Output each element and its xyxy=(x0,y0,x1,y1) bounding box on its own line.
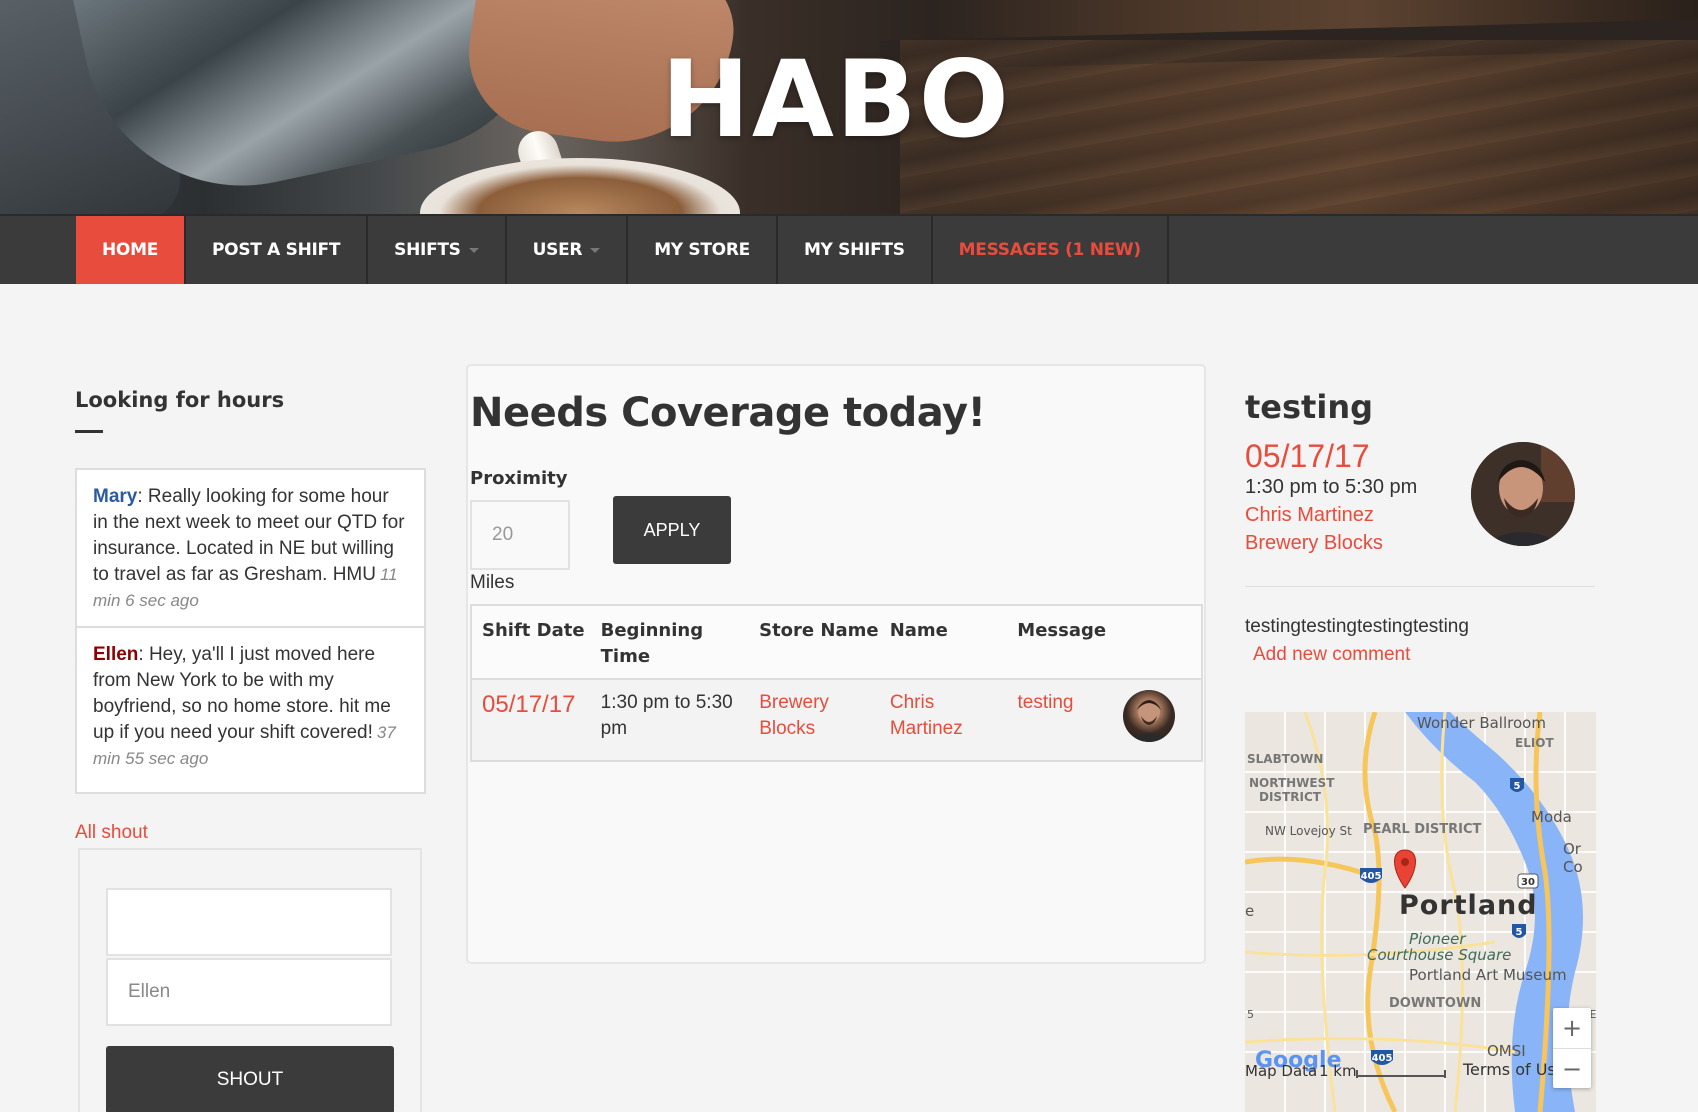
shout-user-link[interactable]: Ellen xyxy=(93,644,138,665)
nav-user-label: USER xyxy=(532,240,583,260)
nav-post-a-shift[interactable]: POST A SHIFT xyxy=(186,216,369,284)
shout-user-link[interactable]: Mary xyxy=(93,486,137,507)
map-label: DISTRICT xyxy=(1259,790,1321,804)
shout-item: Ellen: Hey, ya'll I just moved here from… xyxy=(77,628,424,784)
avatar-face-icon xyxy=(1471,442,1575,546)
column-header: Shift Date xyxy=(482,620,585,641)
site-title[interactable]: HABO xyxy=(0,38,1672,161)
shift-date-link[interactable]: 05/17/17 xyxy=(472,680,591,760)
shout-form: Ellen SHOUT xyxy=(78,848,422,1112)
shout-text: : Really looking for some hour in the ne… xyxy=(93,486,405,585)
nav-my-shifts[interactable]: MY SHIFTS xyxy=(778,216,933,284)
nav-home[interactable]: HOME xyxy=(76,216,187,284)
table-header: Shift Date Beginning Time Store Name Nam… xyxy=(472,606,1201,680)
shout-list: Mary: Really looking for some hour in th… xyxy=(75,468,426,794)
main-nav: HOME POST A SHIFT SHIFTS USER MY STORE M… xyxy=(0,214,1698,284)
shift-detail-date: 05/17/17 xyxy=(1245,438,1370,474)
map-label: OMSI xyxy=(1487,1042,1526,1060)
shout-name-input[interactable]: Ellen xyxy=(106,958,392,1026)
zoom-out-button[interactable]: − xyxy=(1553,1049,1591,1089)
nav-shifts-label: SHIFTS xyxy=(394,240,461,260)
map-label: Courthouse Square xyxy=(1367,946,1512,964)
map-label: Or xyxy=(1563,840,1581,858)
nav-shifts[interactable]: SHIFTS xyxy=(368,216,507,284)
coverage-title: Needs Coverage today! xyxy=(470,390,986,436)
svg-text:405: 405 xyxy=(1372,1053,1393,1064)
map-label: NW Lovejoy St xyxy=(1265,824,1352,838)
svg-text:5: 5 xyxy=(1514,781,1521,792)
divider xyxy=(1245,586,1595,587)
svg-text:30: 30 xyxy=(1521,877,1535,888)
map-label: Wonder Ballroom xyxy=(1417,714,1546,732)
nav-my-store[interactable]: MY STORE xyxy=(628,216,778,284)
coverage-panel: Needs Coverage today! Proximity 20 APPLY… xyxy=(466,364,1206,964)
shout-button[interactable]: SHOUT xyxy=(106,1046,394,1112)
table-row: 05/17/17 1:30 pm to 5:30 pm Brewery Bloc… xyxy=(472,680,1201,760)
person-name-link[interactable]: Chris Martinez xyxy=(880,680,1008,760)
shout-text: : Hey, ya'll I just moved here from New … xyxy=(93,644,391,743)
miles-label: Miles xyxy=(470,572,515,593)
map-label: PEARL DISTRICT xyxy=(1363,822,1482,837)
caret-down-icon xyxy=(468,247,479,253)
shift-comment: testingtestingtestingtesting xyxy=(1245,616,1469,637)
nav-my-shifts-label: MY SHIFTS xyxy=(803,240,905,260)
map-attribution: Map Data xyxy=(1245,1062,1318,1080)
shift-detail-store-link[interactable]: Brewery Blocks xyxy=(1245,532,1383,555)
message-link[interactable]: testing xyxy=(1008,680,1106,760)
nav-user[interactable]: USER xyxy=(507,216,629,284)
map-label: NORTHWEST xyxy=(1249,776,1335,790)
svg-text:405: 405 xyxy=(1361,871,1382,882)
column-header: Store Name xyxy=(759,620,879,641)
apply-button[interactable]: APPLY xyxy=(613,496,731,564)
shoutbox-title: Looking for hours xyxy=(75,388,285,412)
column-header: Name xyxy=(889,620,948,641)
avatar-face-icon xyxy=(1129,700,1170,742)
column-header: Beginning Time xyxy=(600,620,704,667)
map-scale-label: 1 km xyxy=(1319,1062,1357,1080)
avatar-cell xyxy=(1105,680,1201,760)
all-shout-link[interactable]: All shout xyxy=(75,822,148,844)
nav-home-label: HOME xyxy=(102,240,159,260)
shift-time: 1:30 pm to 5:30 pm xyxy=(600,692,733,739)
nav-messages-label: MESSAGES (1 NEW) xyxy=(958,240,1142,260)
shift-detail-time: 1:30 pm to 5:30 pm xyxy=(1245,476,1418,498)
map-label: ELIOT xyxy=(1515,736,1554,750)
map-label-city: Portland xyxy=(1399,890,1538,921)
map-label: DOWNTOWN xyxy=(1389,996,1482,1011)
add-comment-link[interactable]: Add new comment xyxy=(1253,644,1410,666)
shift-detail-name-link[interactable]: Chris Martinez xyxy=(1245,504,1374,527)
map-label: 5 xyxy=(1247,1008,1254,1021)
caret-down-icon xyxy=(590,247,601,253)
hero-photo-cup xyxy=(420,158,740,214)
map-label: Portland Art Museum xyxy=(1409,966,1567,984)
nav-messages[interactable]: MESSAGES (1 NEW) xyxy=(933,216,1169,284)
proximity-label: Proximity xyxy=(470,468,568,489)
store-name-link[interactable]: Brewery Blocks xyxy=(749,680,880,760)
coverage-table: Shift Date Beginning Time Store Name Nam… xyxy=(470,604,1203,762)
svg-text:5: 5 xyxy=(1516,927,1523,938)
nav-my-store-label: MY STORE xyxy=(654,240,750,260)
avatar[interactable] xyxy=(1471,442,1575,546)
nav-post-a-shift-label: POST A SHIFT xyxy=(212,240,341,260)
shout-message-input[interactable] xyxy=(106,888,392,956)
map-label: e xyxy=(1245,902,1255,920)
map-label: SLABTOWN xyxy=(1247,752,1324,766)
title-underline xyxy=(75,430,103,433)
map-label: Co xyxy=(1563,858,1583,876)
proximity-input[interactable]: 20 xyxy=(470,500,570,570)
shout-item: Mary: Really looking for some hour in th… xyxy=(77,470,424,628)
map-label: Moda xyxy=(1531,808,1572,826)
shift-detail-title[interactable]: testing xyxy=(1245,388,1373,426)
map-terms-link[interactable]: Terms of Use xyxy=(1463,1060,1566,1079)
zoom-in-button[interactable]: + xyxy=(1553,1008,1591,1048)
map-zoom-control: + − xyxy=(1553,1008,1591,1088)
hero-banner: HABO xyxy=(0,0,1698,214)
column-header-blank xyxy=(1105,606,1201,678)
column-header: Message xyxy=(1017,620,1107,641)
location-map[interactable]: 405 5 30 5 405 Wonder Ballroom ELIOT SLA… xyxy=(1245,712,1596,1112)
avatar[interactable] xyxy=(1123,690,1176,742)
